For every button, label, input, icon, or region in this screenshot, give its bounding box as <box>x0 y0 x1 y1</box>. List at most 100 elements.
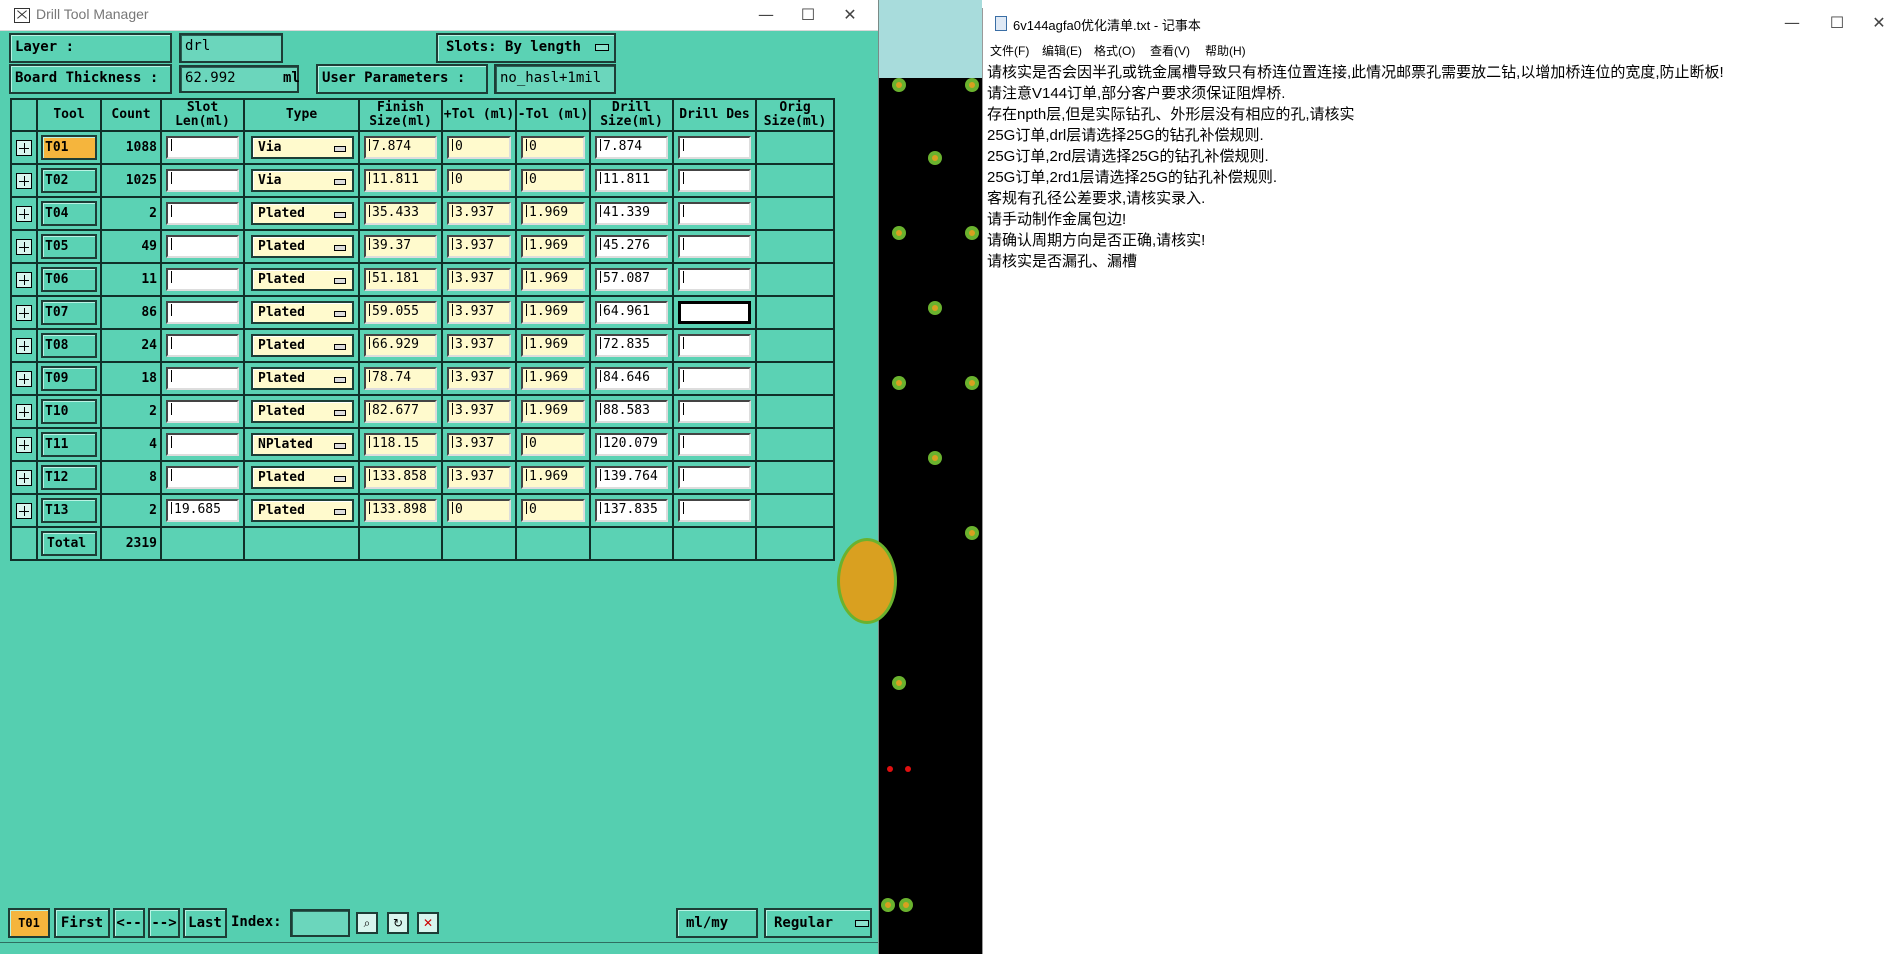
drill-size-input[interactable]: 139.764 <box>595 466 668 489</box>
plus-tol-input[interactable]: 3.937 <box>447 334 511 357</box>
menu-file[interactable]: 文件(F) <box>990 42 1029 59</box>
slot-length-input[interactable] <box>166 466 239 489</box>
minus-tol-input[interactable]: 1.969 <box>521 334 585 357</box>
drill-size-input[interactable]: 120.079 <box>595 433 668 456</box>
minus-tol-input[interactable]: 1.969 <box>521 202 585 225</box>
expand-icon[interactable] <box>16 140 32 156</box>
menu-help[interactable]: 帮助(H) <box>1205 42 1246 59</box>
drill-des-input[interactable] <box>678 334 751 357</box>
finish-size-input[interactable]: 133.898 <box>364 499 437 522</box>
drill-size-input[interactable]: 64.961 <box>595 301 668 324</box>
close-button[interactable]: ✕ <box>1868 12 1890 34</box>
finish-size-input[interactable]: 39.37 <box>364 235 437 258</box>
type-option-menu[interactable]: Plated <box>251 301 354 324</box>
minus-tol-input[interactable]: 0 <box>521 499 585 522</box>
next-button[interactable]: --> <box>148 908 180 938</box>
expand-icon[interactable] <box>16 338 32 354</box>
pcb-view-canvas[interactable] <box>837 0 982 954</box>
search-icon[interactable]: ⌕ <box>356 912 378 934</box>
drill-size-input[interactable]: 137.835 <box>595 499 668 522</box>
drill-size-input[interactable]: 88.583 <box>595 400 668 423</box>
finish-size-input[interactable]: 7.874 <box>364 136 437 159</box>
minimize-button[interactable]: — <box>1781 12 1803 34</box>
plus-tol-input[interactable]: 3.937 <box>447 367 511 390</box>
type-option-menu[interactable]: Plated <box>251 400 354 423</box>
slot-length-input[interactable]: 19.685 <box>166 499 239 522</box>
slot-length-input[interactable] <box>166 268 239 291</box>
mode-option-menu[interactable]: Regular <box>764 908 872 938</box>
plus-tol-input[interactable]: 0 <box>447 136 511 159</box>
tool-button[interactable]: T09 <box>41 366 97 391</box>
expand-icon[interactable] <box>16 173 32 189</box>
close-button[interactable]: ✕ <box>839 4 861 26</box>
user-parameters-field[interactable]: no_hasl+1mil <box>494 64 616 94</box>
tool-button[interactable]: T07 <box>41 300 97 325</box>
minus-tol-input[interactable]: 1.969 <box>521 301 585 324</box>
delete-icon[interactable]: ✕ <box>417 912 439 934</box>
tool-button[interactable]: T02 <box>41 168 97 193</box>
finish-size-input[interactable]: 82.677 <box>364 400 437 423</box>
tool-button[interactable]: T10 <box>41 399 97 424</box>
type-option-menu[interactable]: Plated <box>251 202 354 225</box>
type-option-menu[interactable]: Via <box>251 136 354 159</box>
menu-view[interactable]: 查看(V) <box>1150 42 1190 59</box>
type-option-menu[interactable]: Via <box>251 169 354 192</box>
slot-length-input[interactable] <box>166 136 239 159</box>
slot-length-input[interactable] <box>166 400 239 423</box>
drill-size-input[interactable]: 84.646 <box>595 367 668 390</box>
type-option-menu[interactable]: Plated <box>251 466 354 489</box>
refresh-icon[interactable]: ↻ <box>387 912 409 934</box>
board-thickness-input[interactable]: 62.992 <box>179 65 299 93</box>
minus-tol-input[interactable]: 1.969 <box>521 466 585 489</box>
expand-icon[interactable] <box>16 239 32 255</box>
tool-button[interactable]: T06 <box>41 267 97 292</box>
plus-tol-input[interactable]: 3.937 <box>447 268 511 291</box>
type-option-menu[interactable]: Plated <box>251 268 354 291</box>
text-editor[interactable]: 请核实是否会因半孔或铣金属槽导致只有桥连位置连接,此情况邮票孔需要放二钻,以增加… <box>987 62 1724 272</box>
minimize-button[interactable]: — <box>755 4 777 26</box>
maximize-button[interactable]: ☐ <box>797 4 819 26</box>
finish-size-input[interactable]: 35.433 <box>364 202 437 225</box>
type-option-menu[interactable]: Plated <box>251 235 354 258</box>
expand-icon[interactable] <box>16 371 32 387</box>
minus-tol-input[interactable]: 0 <box>521 136 585 159</box>
drill-des-input[interactable] <box>678 202 751 225</box>
type-option-menu[interactable]: Plated <box>251 367 354 390</box>
type-option-menu[interactable]: Plated <box>251 499 354 522</box>
tool-button[interactable]: T05 <box>41 234 97 259</box>
tool-button[interactable]: T11 <box>41 432 97 457</box>
finish-size-input[interactable]: 66.929 <box>364 334 437 357</box>
drill-des-input[interactable] <box>678 268 751 291</box>
type-option-menu[interactable]: NPlated <box>251 433 354 456</box>
plus-tol-input[interactable]: 3.937 <box>447 235 511 258</box>
menu-format[interactable]: 格式(O) <box>1094 42 1135 59</box>
slot-length-input[interactable] <box>166 301 239 324</box>
drill-des-input[interactable] <box>678 466 751 489</box>
drill-size-input[interactable]: 41.339 <box>595 202 668 225</box>
expand-icon[interactable] <box>16 206 32 222</box>
minus-tol-input[interactable]: 1.969 <box>521 235 585 258</box>
drill-des-input[interactable] <box>678 301 751 324</box>
minus-tol-input[interactable]: 1.969 <box>521 268 585 291</box>
finish-size-input[interactable]: 59.055 <box>364 301 437 324</box>
tool-button[interactable]: T04 <box>41 201 97 226</box>
minus-tol-input[interactable]: 1.969 <box>521 367 585 390</box>
drill-des-input[interactable] <box>678 367 751 390</box>
finish-size-input[interactable]: 51.181 <box>364 268 437 291</box>
drill-des-input[interactable] <box>678 169 751 192</box>
first-button[interactable]: First <box>54 908 110 938</box>
slot-length-input[interactable] <box>166 334 239 357</box>
drill-des-input[interactable] <box>678 136 751 159</box>
plus-tol-input[interactable]: 3.937 <box>447 433 511 456</box>
expand-icon[interactable] <box>16 305 32 321</box>
drill-size-input[interactable]: 7.874 <box>595 136 668 159</box>
drill-size-input[interactable]: 45.276 <box>595 235 668 258</box>
tool-button[interactable]: T01 <box>41 135 97 160</box>
finish-size-input[interactable]: 11.811 <box>364 169 437 192</box>
plus-tol-input[interactable]: 3.937 <box>447 301 511 324</box>
tool-button[interactable]: T08 <box>41 333 97 358</box>
menu-edit[interactable]: 编辑(E) <box>1042 42 1082 59</box>
last-button[interactable]: Last <box>183 908 227 938</box>
finish-size-input[interactable]: 118.15 <box>364 433 437 456</box>
slot-length-input[interactable] <box>166 367 239 390</box>
